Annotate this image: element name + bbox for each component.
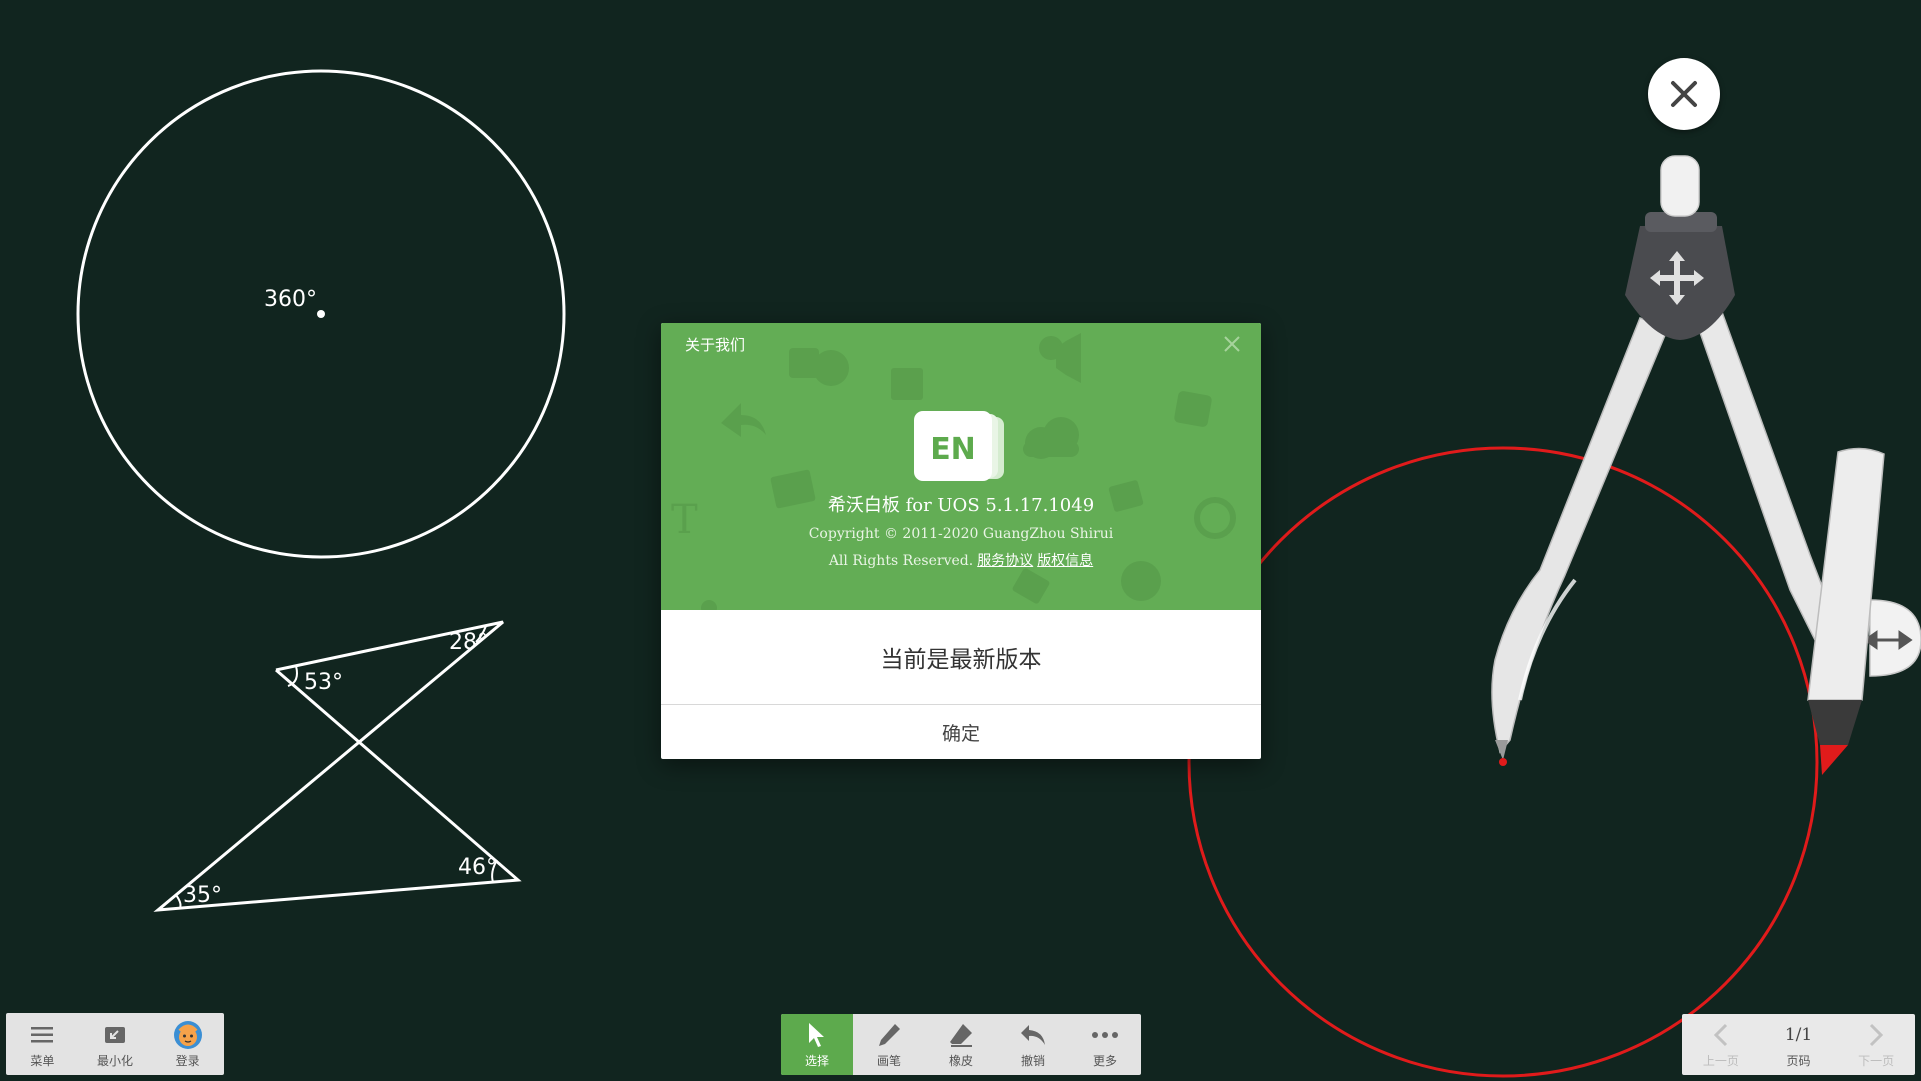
page-navigator: 上一页 1/1 页码 下一页: [1682, 1014, 1915, 1075]
about-dialog: T 关于我们 EN 希沃白板 for UOS 5.1.17.1049 Copyr…: [661, 323, 1261, 759]
angle-label-28: 28°: [449, 630, 488, 655]
login-label: 登录: [175, 1053, 200, 1068]
copyright-info-link[interactable]: 版权信息: [1037, 553, 1093, 569]
about-dialog-header: T 关于我们 EN 希沃白板 for UOS 5.1.17.1049 Copyr…: [661, 323, 1261, 610]
eraser-tool-button[interactable]: 橡皮: [925, 1014, 997, 1075]
app-logo: EN: [914, 411, 1004, 481]
angle-label-53: 53°: [304, 670, 343, 695]
close-tool-button[interactable]: [1648, 58, 1720, 130]
minimize-icon: [105, 1026, 125, 1043]
eraser-icon: [950, 1024, 972, 1047]
minimize-label: 最小化: [97, 1053, 134, 1068]
menu-button[interactable]: 菜单: [6, 1013, 79, 1075]
left-bottom-bar: 菜单 最小化 登录: [6, 1013, 224, 1075]
more-icon: [1092, 1032, 1118, 1038]
pen-tool-button[interactable]: 画笔: [853, 1014, 925, 1075]
main-toolbar: 选择 画笔 橡皮 撤销 更多: [781, 1014, 1141, 1075]
pen-icon: [879, 1024, 900, 1046]
more-label: 更多: [1092, 1054, 1117, 1068]
more-button[interactable]: 更多: [1069, 1014, 1141, 1075]
copyright-text: Copyright © 2011-2020 GuangZhou Shirui: [808, 526, 1114, 542]
service-agreement-link[interactable]: 服务协议: [977, 553, 1033, 569]
next-page-button[interactable]: 下一页: [1837, 1014, 1915, 1075]
dialog-title: 关于我们: [685, 336, 746, 354]
ok-button[interactable]: 确定: [661, 705, 1261, 759]
close-icon: [1671, 81, 1697, 107]
page-number-label: 页码: [1786, 1054, 1811, 1068]
chevron-left-icon: [1713, 1023, 1727, 1047]
rights-text: All Rights Reserved.: [828, 553, 974, 569]
angle-label-46: 46°: [458, 855, 497, 880]
undo-icon: [1021, 1025, 1045, 1045]
menu-icon: [31, 1026, 54, 1042]
pen-label: 画笔: [876, 1054, 901, 1068]
page-number-button[interactable]: 1/1 页码: [1760, 1014, 1838, 1075]
update-status: 当前是最新版本: [661, 610, 1261, 705]
chevron-right-icon: [1870, 1023, 1884, 1047]
select-tool-button[interactable]: 选择: [781, 1014, 853, 1075]
minimize-button[interactable]: 最小化: [79, 1013, 152, 1075]
dialog-close-icon[interactable]: [1221, 333, 1243, 355]
next-page-label: 下一页: [1858, 1054, 1895, 1068]
page-number-value: 1/1: [1784, 1025, 1813, 1045]
prev-page-button[interactable]: 上一页: [1682, 1014, 1760, 1075]
prev-page-label: 上一页: [1702, 1054, 1739, 1068]
app-name-version: 希沃白板 for UOS 5.1.17.1049: [827, 495, 1095, 516]
cursor-icon: [809, 1023, 824, 1047]
circle-angle-label: 360°: [264, 287, 317, 312]
undo-button[interactable]: 撤销: [997, 1014, 1069, 1075]
app-logo-text: EN: [930, 432, 976, 467]
compass-tool[interactable]: [1491, 155, 1921, 775]
rights-line: All Rights Reserved. 服务协议 版权信息: [661, 550, 1261, 570]
eraser-label: 橡皮: [948, 1054, 973, 1068]
avatar-icon: [173, 1020, 202, 1049]
menu-label: 菜单: [30, 1053, 55, 1068]
circle-center-point: [317, 310, 325, 318]
angle-label-35: 35°: [183, 883, 222, 908]
select-label: 选择: [804, 1054, 829, 1068]
login-button[interactable]: 登录: [151, 1013, 224, 1075]
undo-label: 撤销: [1020, 1054, 1045, 1068]
